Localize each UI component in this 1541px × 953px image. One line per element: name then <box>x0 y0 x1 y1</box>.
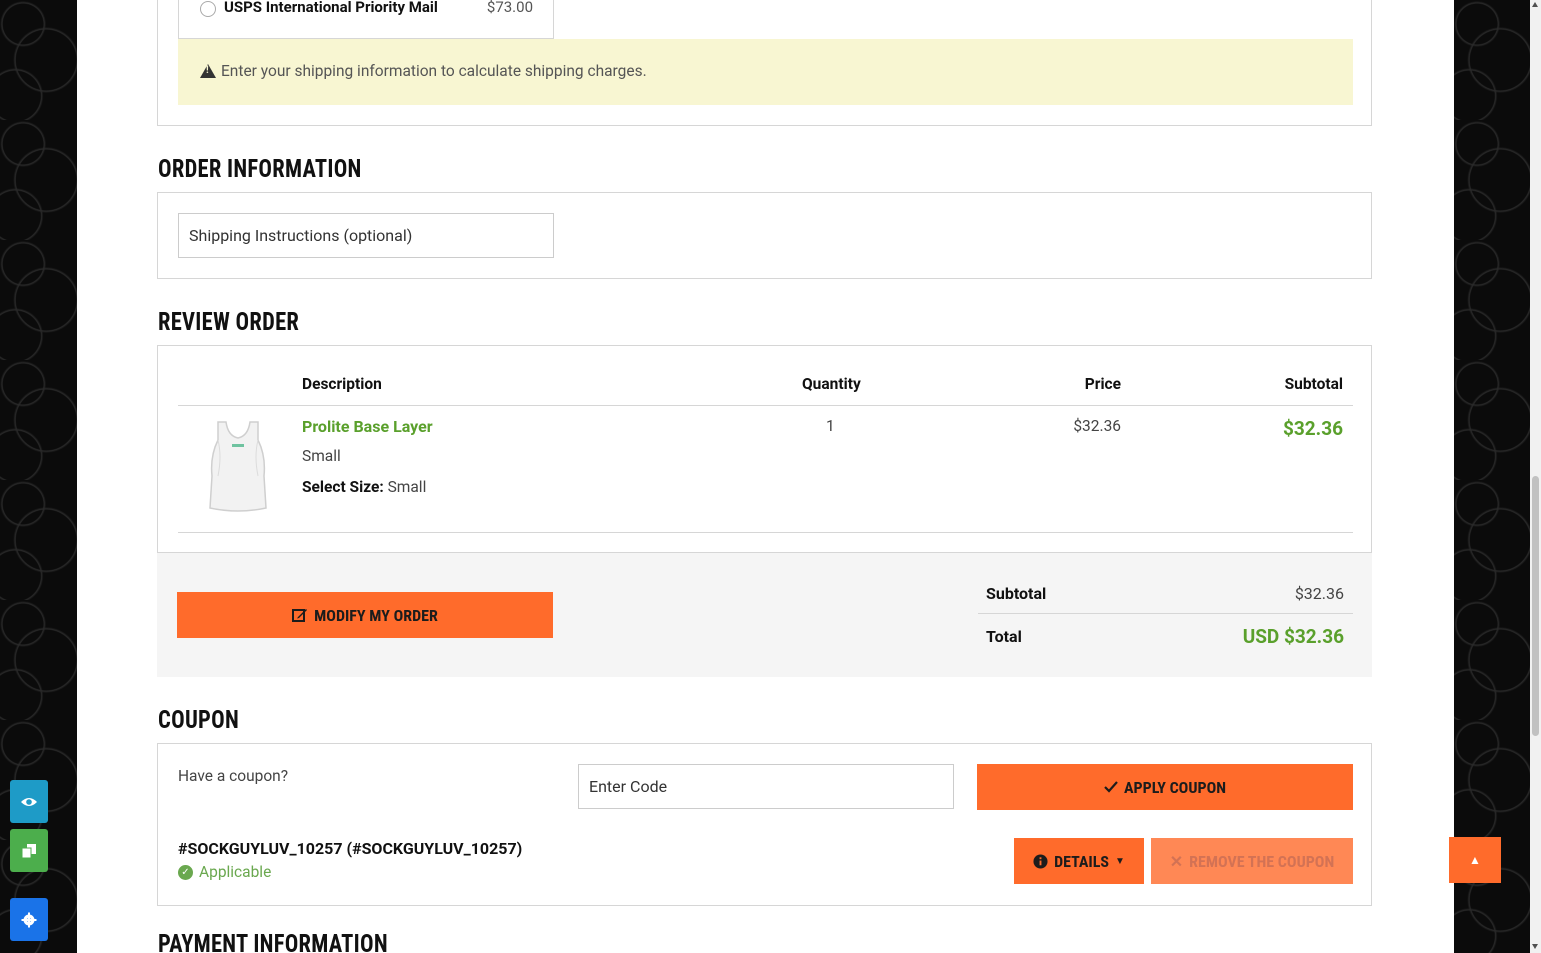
copy-icon <box>21 843 36 858</box>
gear-icon <box>21 912 37 927</box>
close-icon: ✕ <box>1169 851 1184 871</box>
column-header-price: Price <box>1084 375 1121 393</box>
eye-icon <box>21 797 37 806</box>
shipping-option[interactable]: USPS International Priority Mail $73.00 <box>178 0 554 39</box>
product-variant: Small <box>302 447 341 465</box>
product-option: Select Size: Small <box>302 478 426 496</box>
order-information-heading: ORDER INFORMATION <box>158 155 362 184</box>
shipping-option-price: $73.00 <box>486 0 533 16</box>
page-scrollbar[interactable] <box>1530 0 1541 953</box>
shipping-instructions-input[interactable] <box>178 213 554 258</box>
totals-divider <box>978 613 1353 614</box>
product-price: $32.36 <box>1073 417 1121 435</box>
info-icon <box>1033 853 1048 869</box>
shipping-option-radio[interactable] <box>200 1 216 17</box>
coupon-panel: Have a coupon? APPLY COUPON #SOCKGUYLUV_… <box>157 743 1372 906</box>
totals-subtotal-label: Subtotal <box>986 584 1047 603</box>
product-option-value: Small <box>387 478 427 496</box>
coupon-heading: COUPON <box>158 706 240 735</box>
checkout-page: USPS International Priority Mail $73.00 … <box>77 0 1454 953</box>
check-circle-icon: ✓ <box>178 864 193 880</box>
checkmark-icon <box>1104 781 1118 793</box>
warning-icon <box>200 64 216 78</box>
totals-subtotal-value: $32.36 <box>1294 584 1344 603</box>
modify-order-button[interactable]: MODIFY MY ORDER <box>177 592 553 638</box>
review-order-heading: REVIEW ORDER <box>158 308 300 337</box>
scroll-up-icon[interactable] <box>1532 2 1538 7</box>
remove-coupon-label: REMOVE THE COUPON <box>1189 851 1335 871</box>
shipping-alert-text: Enter your shipping information to calcu… <box>221 62 647 80</box>
review-order-panel: Description Quantity Price Subtotal Prol… <box>157 345 1372 553</box>
shipping-panel: USPS International Priority Mail $73.00 … <box>157 0 1372 126</box>
copy-button[interactable] <box>10 829 48 872</box>
modify-order-label: MODIFY MY ORDER <box>314 605 438 625</box>
row-divider <box>178 532 1353 533</box>
scroll-down-icon[interactable] <box>1532 944 1538 949</box>
background-right <box>1454 0 1530 953</box>
product-name-link[interactable]: Prolite Base Layer <box>302 417 433 436</box>
product-subtotal: $32.36 <box>1282 417 1343 440</box>
coupon-status-text: Applicable <box>199 863 272 881</box>
settings-button[interactable] <box>10 898 48 941</box>
caret-up-icon: ▲ <box>1469 853 1481 867</box>
product-option-label: Select Size: <box>302 478 384 496</box>
remove-coupon-button[interactable]: ✕ REMOVE THE COUPON <box>1151 838 1353 884</box>
totals-total-value: USD $32.36 <box>1242 625 1344 648</box>
shipping-alert: Enter your shipping information to calcu… <box>178 39 1353 105</box>
scrollbar-thumb[interactable] <box>1532 476 1539 736</box>
payment-information-heading: PAYMENT INFORMATION <box>158 930 388 953</box>
coupon-details-button[interactable]: DETAILS ▼ <box>1014 838 1144 884</box>
totals-total-label: Total <box>986 627 1022 646</box>
coupon-code-input[interactable] <box>578 764 954 809</box>
column-header-quantity: Quantity <box>802 375 861 393</box>
order-totals: MODIFY MY ORDER Subtotal $32.36 Total US… <box>157 553 1372 677</box>
eye-button[interactable] <box>10 780 48 823</box>
edit-icon <box>292 609 308 622</box>
applied-coupon-code: #SOCKGUYLUV_10257 (#SOCKGUYLUV_10257) <box>178 839 523 858</box>
coupon-status: ✓ Applicable <box>178 863 271 881</box>
apply-coupon-button[interactable]: APPLY COUPON <box>977 764 1353 810</box>
apply-coupon-label: APPLY COUPON <box>1123 777 1227 797</box>
scroll-to-top-button[interactable]: ▲ <box>1449 837 1501 883</box>
order-information-panel <box>157 192 1372 279</box>
product-image[interactable] <box>188 416 288 516</box>
caret-down-icon: ▼ <box>1115 855 1125 867</box>
coupon-question: Have a coupon? <box>178 767 289 785</box>
column-header-description: Description <box>302 375 382 393</box>
coupon-details-label: DETAILS <box>1054 851 1110 871</box>
header-divider <box>178 405 1353 406</box>
product-quantity: 1 <box>826 417 835 435</box>
column-header-subtotal: Subtotal <box>1284 375 1343 393</box>
shipping-option-name: USPS International Priority Mail <box>224 0 438 16</box>
